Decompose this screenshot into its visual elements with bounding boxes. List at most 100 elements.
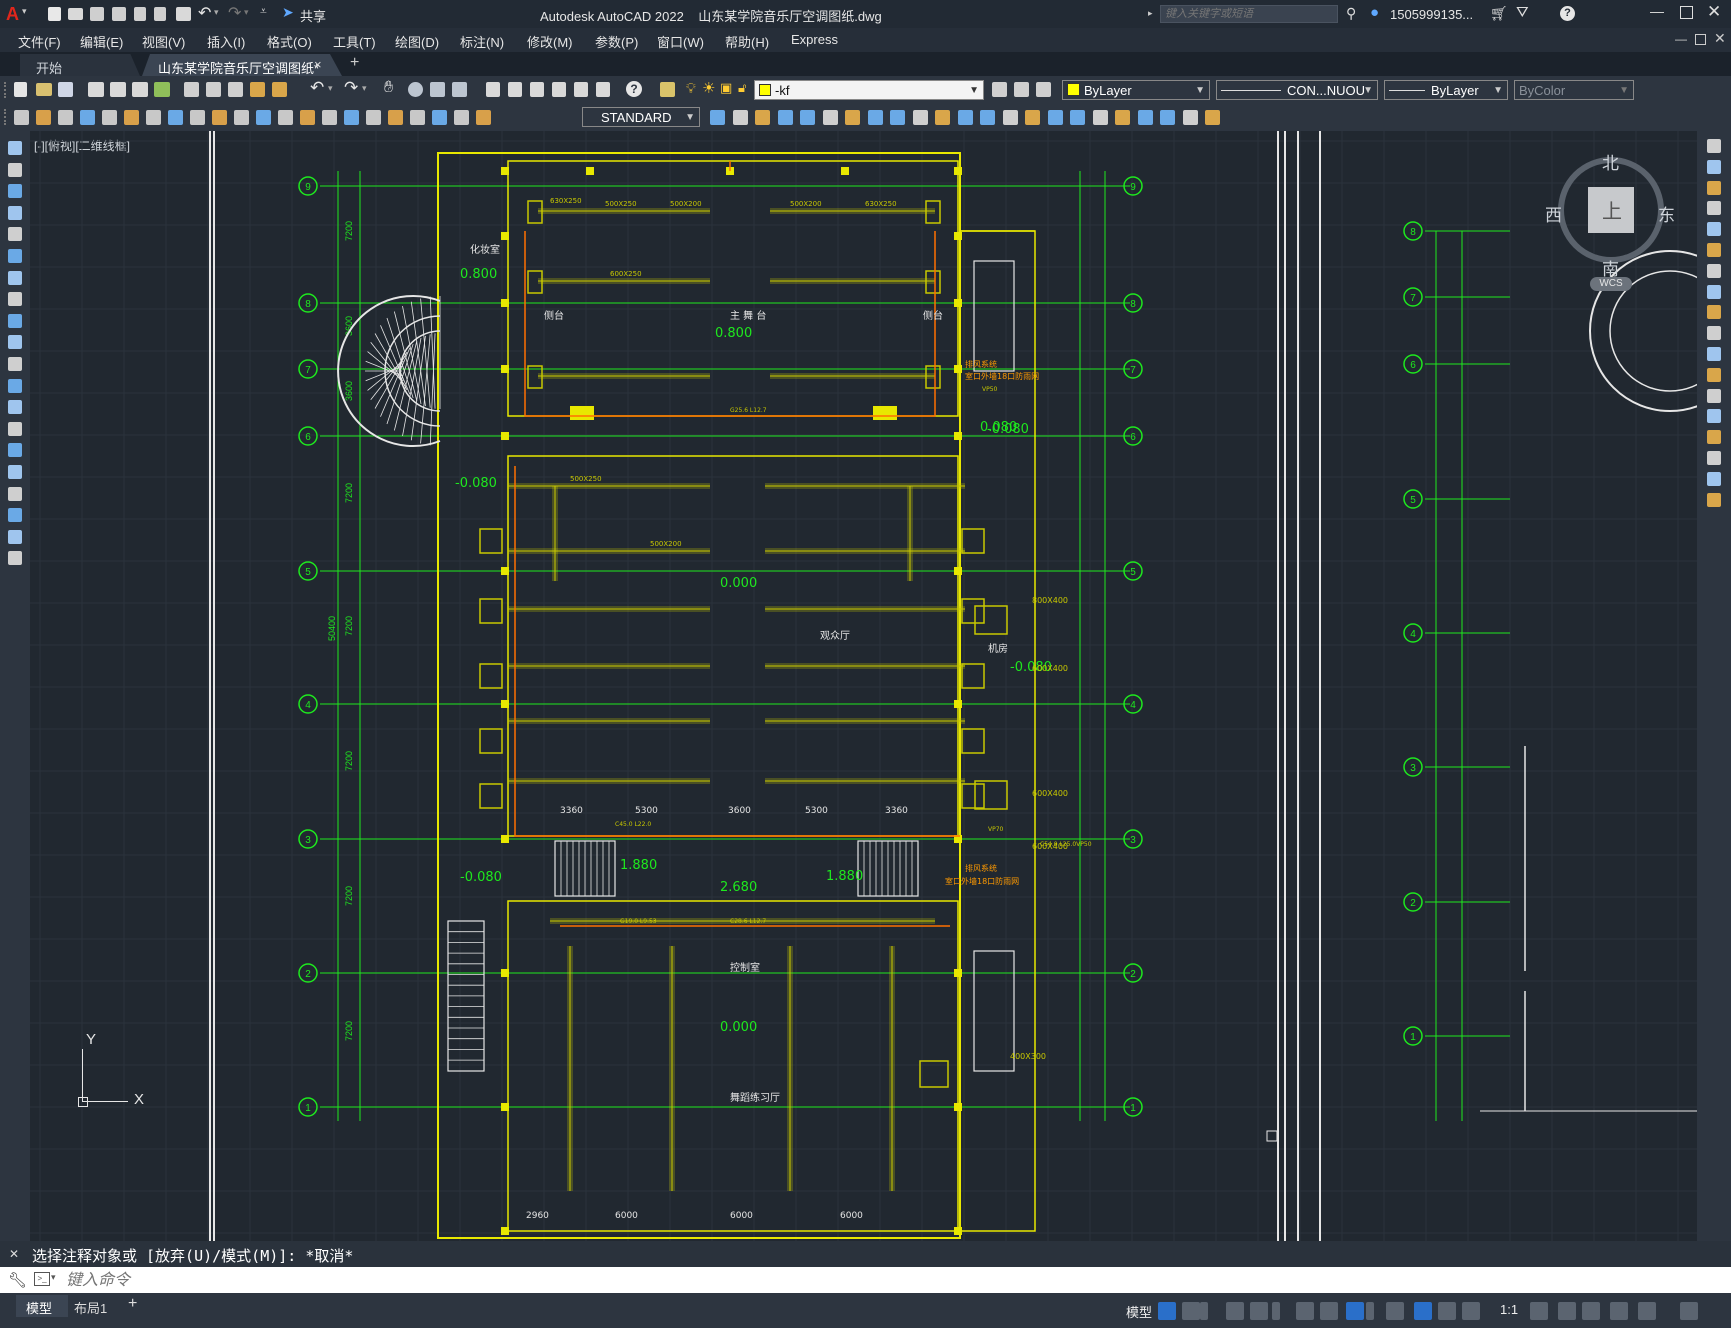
drawing-canvas[interactable]: [-][俯视][二维线框] 9 9 8 8 7 7 6 6 5 5 4 4 3 3 2 2 1 1 7200 3600… [30,131,1697,1241]
chamfer-icon[interactable] [1707,430,1721,445]
annotation-scale-icon[interactable] [1462,1302,1480,1320]
cut-icon[interactable] [184,82,199,97]
trim-icon[interactable] [912,110,928,125]
paste-icon[interactable] [228,82,243,97]
wcs-menu-button[interactable]: WCS [1590,277,1632,291]
textstyle-dropdown[interactable]: STANDARD ▼ [582,107,700,127]
autocad-logo-icon[interactable]: A [6,4,19,25]
inspect-icon[interactable] [300,110,315,125]
pan-icon[interactable]: ✋︎ [384,79,393,97]
plot-icon[interactable] [88,82,104,97]
menu-help[interactable]: 帮助(H) [725,32,769,51]
hatch-icon[interactable] [8,443,22,458]
menu-draw[interactable]: 绘图(D) [395,32,439,51]
dim-break-icon[interactable] [234,110,249,125]
trim-icon[interactable] [1707,326,1721,341]
tab-document[interactable]: 山东某学院音乐厅空调图纸* × [142,54,342,76]
menu-modify[interactable]: 修改(M) [527,32,573,51]
menu-edit[interactable]: 编辑(E) [80,32,123,51]
calculator-icon[interactable] [596,82,610,97]
ordinate-dim-icon[interactable] [146,110,161,125]
ellipse-arc-icon[interactable] [8,357,22,371]
add-selected-icon[interactable] [8,551,22,566]
viewcube-north-label[interactable]: 北 [1602,149,1619,174]
attribute-icon[interactable] [1160,110,1175,125]
group-icon[interactable] [1092,110,1108,125]
spline-icon[interactable] [8,313,22,328]
recent-commands-dropdown-icon[interactable]: ▾ [51,1272,56,1283]
save-as-icon[interactable] [112,7,126,21]
isolate-icon[interactable] [1582,1302,1600,1320]
layer-on-icon[interactable]: 💡︎ [686,80,696,97]
baseline-dim-icon[interactable] [168,110,183,125]
menu-insert[interactable]: 插入(I) [207,32,245,51]
osnap-tracking-icon[interactable] [1320,1302,1338,1320]
publish-icon[interactable] [132,82,148,97]
menu-parametric[interactable]: 参数(P) [595,32,638,51]
snap-dropdown-icon[interactable] [1200,1302,1208,1320]
layer-lock-icon[interactable]: 🔓︎ [738,80,746,96]
open-file-icon[interactable] [36,83,52,96]
save-web-icon[interactable] [154,7,166,21]
customize-qat-icon[interactable]: ⩡ [260,4,267,19]
menu-view[interactable]: 视图(V) [142,32,185,51]
break-point-icon[interactable] [1707,367,1721,382]
offset-icon[interactable] [1707,201,1721,216]
mirror-icon[interactable] [1707,180,1721,195]
polar-dropdown-icon[interactable] [1272,1302,1280,1320]
gradient-icon[interactable] [8,465,22,479]
annotation-visibility-icon[interactable] [1414,1302,1432,1320]
rotate-icon[interactable] [1707,263,1721,278]
3dprint-icon[interactable] [154,82,170,97]
break-icon[interactable] [1707,388,1721,403]
layer-dropdown[interactable]: -kf ▼ [754,80,984,100]
revcloud-icon[interactable] [8,292,22,307]
menu-dimension[interactable]: 标注(N) [460,32,504,51]
copy-icon[interactable] [206,82,221,97]
share-icon[interactable]: ➤ [282,4,294,21]
extend-icon[interactable] [935,110,950,125]
recent-commands-icon[interactable]: >_ [34,1272,50,1286]
make-block-icon[interactable] [8,400,22,415]
plot-preview-icon[interactable] [110,82,126,97]
plot-icon[interactable] [176,7,191,21]
scale-icon[interactable] [1707,284,1721,299]
new-file-icon[interactable] [14,82,27,97]
redo-dropdown-icon[interactable]: ▾ [244,7,249,18]
dimstyle-apply-icon[interactable] [710,110,725,125]
auto-scale-icon[interactable] [1438,1302,1456,1320]
block-editor-icon[interactable] [272,82,287,97]
tab-start[interactable]: 开始 [20,54,140,76]
copy-icon[interactable] [1707,159,1721,174]
model-space-label[interactable]: 模型 [1126,1302,1152,1321]
add-layout-button[interactable]: + [128,1295,137,1313]
isodraft-icon[interactable] [1296,1302,1314,1320]
polyline-icon[interactable] [8,184,22,199]
app-menu-dropdown-icon[interactable]: ▾ [22,6,27,17]
mtext-icon[interactable] [8,529,22,544]
stretch-icon[interactable] [1707,305,1721,320]
fillet-icon[interactable] [1707,451,1721,465]
center-mark-icon[interactable] [278,110,293,125]
multileader-icon[interactable] [58,110,73,125]
line-icon[interactable] [8,141,22,155]
xline-icon[interactable] [8,162,22,177]
point-icon[interactable] [8,421,22,436]
menu-window[interactable]: 窗口(W) [657,32,704,51]
osnap-dropdown-icon[interactable] [1366,1302,1374,1320]
move-icon[interactable] [822,110,838,125]
join-icon[interactable] [980,110,995,125]
menu-file[interactable]: 文件(F) [18,32,61,51]
osnap-icon[interactable] [1346,1302,1364,1320]
make-current-layer-icon[interactable] [992,82,1007,97]
insert-block-icon[interactable] [1137,110,1153,125]
stretch-icon[interactable] [890,110,905,125]
dim-override-icon[interactable] [388,110,403,125]
viewcube-west-label[interactable]: 西 [1545,201,1562,226]
workspace-icon[interactable] [1530,1302,1548,1320]
ortho-icon[interactable] [1226,1302,1244,1320]
layer-thaw-icon[interactable]: ☀ [702,79,715,97]
polygon-icon[interactable] [8,205,22,220]
redo-icon[interactable]: ↷ [228,3,241,23]
dim-update-icon[interactable] [36,110,51,125]
